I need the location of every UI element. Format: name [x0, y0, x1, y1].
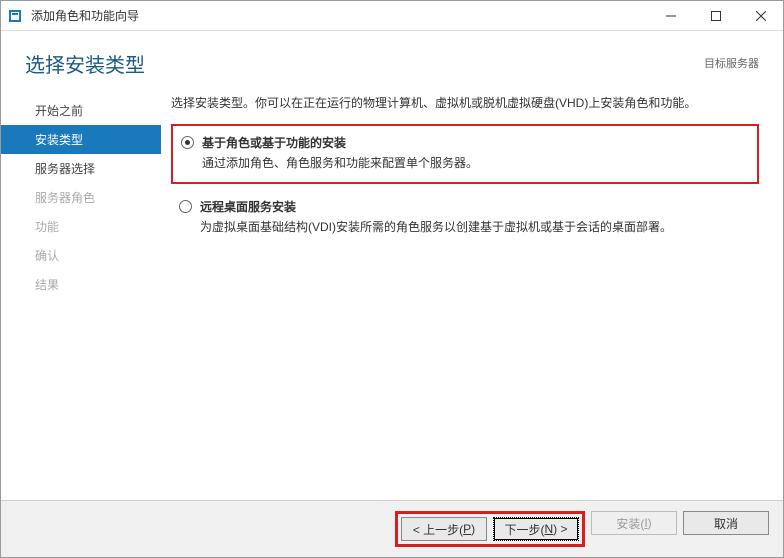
install-button: 安装(I) [591, 511, 677, 535]
option-title: 基于角色或基于功能的安装 [202, 134, 346, 151]
sidebar-item-server-roles: 服务器角色 [1, 183, 161, 212]
sidebar-item-install-type[interactable]: 安装类型 [1, 125, 161, 154]
titlebar: 添加角色和功能向导 [1, 1, 783, 31]
prev-button[interactable]: < 上一步(P) [401, 517, 487, 541]
window-title: 添加角色和功能向导 [31, 7, 139, 24]
close-button[interactable] [738, 1, 783, 30]
wizard-window: 添加角色和功能向导 选择安装类型 目标服务器 开始之前 安装类型 服务器选择 服… [0, 0, 784, 558]
sidebar-item-features: 功能 [1, 212, 161, 241]
header: 选择安装类型 目标服务器 [1, 31, 783, 84]
option-desc: 通过添加角色、角色服务和功能来配置单个服务器。 [202, 154, 747, 172]
option-title: 远程桌面服务安装 [200, 198, 296, 215]
app-icon [9, 8, 25, 24]
sidebar: 开始之前 安装类型 服务器选择 服务器角色 功能 确认 结果 [1, 90, 161, 500]
cancel-button[interactable]: 取消 [683, 511, 769, 535]
target-server-label: 目标服务器 [704, 49, 759, 71]
option-desc: 为虚拟桌面基础结构(VDI)安装所需的角色服务以创建基于虚拟机或基于会话的桌面部… [200, 218, 749, 236]
footer: < 上一步(P) 下一步(N) > 安装(I) 取消 [1, 500, 783, 557]
page-title: 选择安装类型 [25, 49, 145, 78]
nav-buttons-highlight: < 上一步(P) 下一步(N) > [395, 511, 585, 547]
sidebar-item-confirm: 确认 [1, 241, 161, 270]
sidebar-item-results: 结果 [1, 270, 161, 299]
radio-icon[interactable] [179, 200, 192, 213]
radio-icon[interactable] [181, 136, 194, 149]
sidebar-item-before-begin[interactable]: 开始之前 [1, 96, 161, 125]
minimize-button[interactable] [648, 1, 693, 30]
next-button[interactable]: 下一步(N) > [493, 517, 579, 541]
sidebar-item-server-select[interactable]: 服务器选择 [1, 154, 161, 183]
intro-text: 选择安装类型。你可以在正在运行的物理计算机、虚拟机或脱机虚拟硬盘(VHD)上安装… [171, 94, 759, 112]
option-role-based[interactable]: 基于角色或基于功能的安装 通过添加角色、角色服务和功能来配置单个服务器。 [171, 124, 759, 184]
content-pane: 选择安装类型。你可以在正在运行的物理计算机、虚拟机或脱机虚拟硬盘(VHD)上安装… [161, 90, 783, 500]
option-remote-desktop[interactable]: 远程桌面服务安装 为虚拟桌面基础结构(VDI)安装所需的角色服务以创建基于虚拟机… [171, 190, 759, 246]
maximize-button[interactable] [693, 1, 738, 30]
body: 开始之前 安装类型 服务器选择 服务器角色 功能 确认 结果 选择安装类型。你可… [1, 84, 783, 500]
